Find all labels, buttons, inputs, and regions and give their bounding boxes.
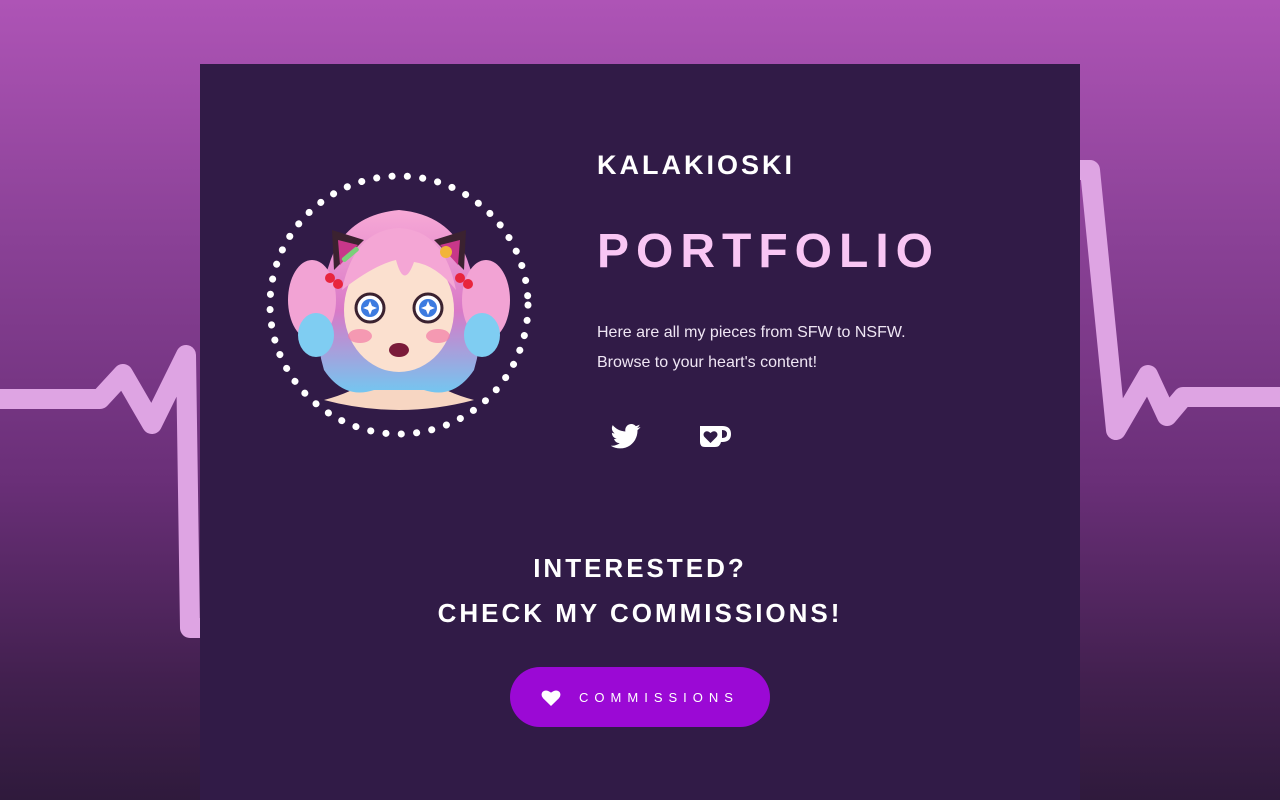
cta-heading: INTERESTED? CHECK MY COMMISSIONS! (200, 546, 1080, 636)
kofi-link[interactable] (693, 414, 737, 458)
cta-line-1: INTERESTED? (533, 553, 747, 583)
cta-line-2: CHECK MY COMMISSIONS! (437, 598, 843, 628)
twitter-link[interactable] (604, 414, 648, 458)
avatar-illustration (266, 172, 532, 438)
description-line-1: Here are all my pieces from SFW to NSFW. (597, 324, 906, 341)
heart-icon (541, 690, 561, 706)
twitter-icon (611, 423, 641, 448)
description-line-2: Browse to your heart's content! (597, 354, 818, 371)
page-title: PORTFOLIO (597, 225, 940, 278)
brand-name: KALAKIOSKI (597, 150, 795, 180)
description: Here are all my pieces from SFW to NSFW.… (597, 318, 906, 378)
kofi-icon (700, 426, 731, 447)
commissions-button[interactable]: COMMISSIONS (510, 667, 770, 727)
commissions-button-label: COMMISSIONS (579, 689, 739, 705)
portfolio-card: KALAKIOSKI PORTFOLIO Here are all my pie… (200, 64, 1080, 800)
